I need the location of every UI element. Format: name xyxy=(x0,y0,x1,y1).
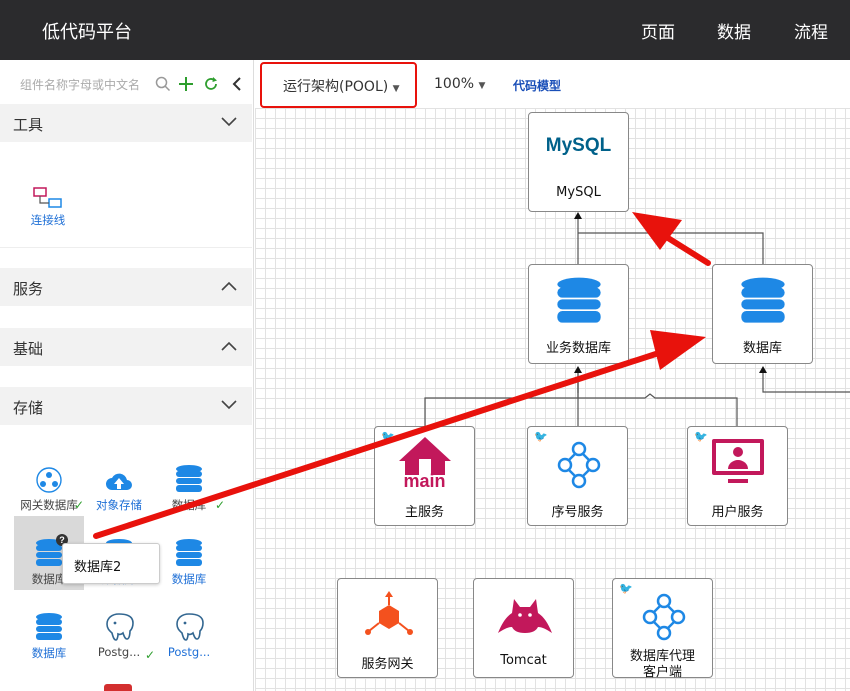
section-storage[interactable]: 存储 xyxy=(0,387,252,425)
arch-select[interactable]: 运行架构(POOL) ▼ xyxy=(283,76,400,96)
chevron-down-icon: ▼ xyxy=(478,81,486,91)
cloud-upload-icon xyxy=(86,460,152,494)
chevron-up-icon xyxy=(220,279,238,296)
node-main-service[interactable]: 🐦 main 主服务 xyxy=(374,426,475,526)
bird-icon: 🐦 xyxy=(619,582,633,595)
palette-object-storage[interactable]: 对象存储 xyxy=(86,460,152,513)
molecule-icon xyxy=(553,437,605,493)
nav-pages[interactable]: 页面 xyxy=(641,18,675,43)
palette-postgres-1[interactable]: Postg... xyxy=(86,608,152,659)
mysql-logo-text: MySQL xyxy=(545,135,612,156)
section-storage-label: 存储 xyxy=(13,400,44,417)
zoom-select[interactable]: 100% ▼ xyxy=(434,76,485,92)
section-tools-label: 工具 xyxy=(13,117,44,134)
molecule-icon xyxy=(638,589,690,645)
search-icon[interactable] xyxy=(155,76,171,97)
chevron-up-icon xyxy=(220,339,238,356)
node-tomcat[interactable]: Tomcat xyxy=(473,578,574,678)
main-text-logo: main xyxy=(403,471,446,491)
node-biz-db-label: 业务数据库 xyxy=(545,341,611,356)
palette-db-1[interactable]: 数据库 xyxy=(156,460,222,513)
palette-db-4[interactable]: 数据库 xyxy=(156,534,222,587)
partial-icon xyxy=(104,684,132,691)
chevron-down-icon xyxy=(220,398,238,415)
design-canvas[interactable]: MySQL MySQL 业务数据库 数据库 🐦 main 主服务 🐦 序号服务 xyxy=(255,108,850,691)
palette-db-1-label: 数据库 xyxy=(171,498,207,512)
code-model-link[interactable]: 代码模型 xyxy=(513,77,561,94)
node-seq-service-label: 序号服务 xyxy=(551,505,604,520)
palette-connector[interactable]: 连接线 xyxy=(15,175,81,228)
check-icon: ✓ xyxy=(74,498,85,512)
section-basics-label: 基础 xyxy=(13,341,44,358)
palette-object-storage-label: 对象存储 xyxy=(96,498,142,512)
check-icon: ✓ xyxy=(215,498,226,512)
database-icon xyxy=(16,608,82,642)
palette-postgres-1-label: Postg... xyxy=(97,645,141,659)
chevron-down-icon xyxy=(220,115,238,132)
node-tomcat-label: Tomcat xyxy=(500,653,547,668)
gateway-db-icon xyxy=(16,460,82,494)
connector-icon xyxy=(15,175,81,209)
palette-gateway-db-label: 网关数据库 xyxy=(20,498,78,512)
tooltip-text: 数据库2 xyxy=(74,560,122,575)
postgresql-icon xyxy=(86,608,152,642)
database-icon xyxy=(156,460,222,494)
section-tools[interactable]: 工具 xyxy=(0,104,252,142)
node-gateway-label: 服务网关 xyxy=(361,657,414,672)
node-db-label: 数据库 xyxy=(742,341,782,356)
user-monitor-icon xyxy=(710,437,766,491)
palette-connector-label: 连接线 xyxy=(30,213,66,227)
section-services[interactable]: 服务 xyxy=(0,268,252,306)
bird-icon: 🐦 xyxy=(534,430,548,443)
palette-db-5[interactable]: 数据库 xyxy=(16,608,82,661)
palette-postgres-2[interactable]: Postg... xyxy=(156,608,222,659)
gateway-icon xyxy=(363,589,415,645)
refresh-icon[interactable] xyxy=(203,76,219,97)
component-sidebar: 工具 连接线 服务 基础 存储 网关数据库 对象存储 数据库 xyxy=(0,60,254,691)
node-main-service-label: 主服务 xyxy=(404,505,444,520)
palette-gateway-db[interactable]: 网关数据库 xyxy=(16,460,82,513)
canvas-toolbar: 运行架构(POOL) ▼ 100% ▼ 代码模型 xyxy=(255,60,850,108)
node-gateway[interactable]: 服务网关 xyxy=(337,578,438,678)
postgresql-icon xyxy=(156,608,222,642)
chevron-down-icon: ▼ xyxy=(392,84,400,94)
check-icon: ✓ xyxy=(145,648,156,662)
divider xyxy=(0,247,252,248)
palette-db-5-label: 数据库 xyxy=(31,646,67,660)
node-db-proxy-label-2: 客户端 xyxy=(642,665,682,680)
add-icon[interactable] xyxy=(178,76,194,97)
node-biz-db[interactable]: 业务数据库 xyxy=(528,264,629,364)
nav-data[interactable]: 数据 xyxy=(717,18,751,43)
tomcat-cat-icon xyxy=(496,591,554,641)
section-services-label: 服务 xyxy=(13,281,44,298)
node-db-proxy[interactable]: 🐦 数据库代理 客户端 xyxy=(612,578,713,680)
database-icon xyxy=(156,534,222,568)
top-bar: 低代码平台 页面 数据 流程 xyxy=(0,0,850,60)
section-basics[interactable]: 基础 xyxy=(0,328,252,366)
tooltip: 数据库2 xyxy=(62,543,160,584)
arch-select-label: 运行架构(POOL) xyxy=(283,79,389,95)
node-user-service[interactable]: 🐦 用户服务 xyxy=(687,426,788,526)
node-mysql[interactable]: MySQL MySQL xyxy=(528,112,629,212)
palette-db-4-label: 数据库 xyxy=(171,572,207,586)
palette-postgres-2-label: Postg... xyxy=(167,645,211,659)
bird-icon: 🐦 xyxy=(381,430,395,443)
nav-flow[interactable]: 流程 xyxy=(794,18,828,43)
node-seq-service[interactable]: 🐦 序号服务 xyxy=(527,426,628,526)
app-title: 低代码平台 xyxy=(42,22,132,42)
bird-icon: 🐦 xyxy=(694,430,708,443)
zoom-label: 100% xyxy=(434,76,475,92)
search-input[interactable] xyxy=(20,74,150,96)
collapse-sidebar-icon[interactable] xyxy=(231,76,243,97)
node-db[interactable]: 数据库 xyxy=(712,264,813,364)
component-search xyxy=(0,60,253,110)
node-mysql-label: MySQL xyxy=(556,185,601,200)
database-icon xyxy=(554,273,604,333)
node-user-service-label: 用户服务 xyxy=(711,505,764,520)
mysql-logo-icon: MySQL xyxy=(529,135,628,157)
database-icon xyxy=(738,273,788,333)
